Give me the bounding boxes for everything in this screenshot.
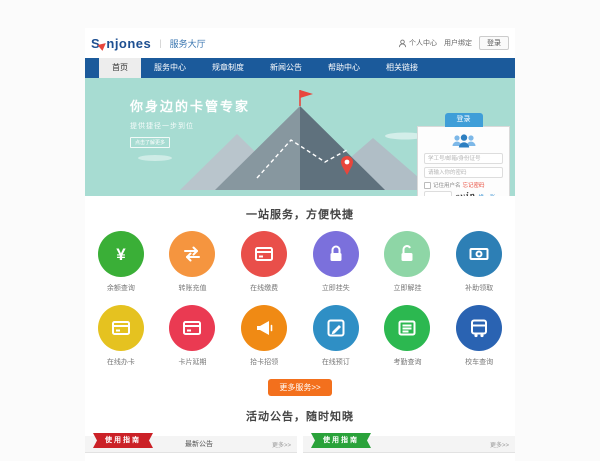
latest-news-tab[interactable]: 最新公告 [185,439,213,449]
logo-divider: | [159,38,161,48]
service-balance[interactable]: ¥ 余额查询 [85,226,157,300]
service-transfer[interactable]: 转账充值 [157,226,229,300]
services-title: 一站服务，方便快捷 [85,196,515,226]
guide-panel-right: 使用指南 更多>> [303,436,515,461]
username-input[interactable] [424,153,503,164]
announcements-title: 活动公告，随时知晓 [85,398,515,428]
brand-tagline: 服务大厅 [170,37,206,50]
service-subsidy[interactable]: 补助领取 [443,226,515,300]
megaphone-icon [252,316,276,340]
nav-item-service-center[interactable]: 服务中心 [141,58,199,78]
remember-label: 记住用户名 [433,181,461,189]
unlock-icon [395,242,419,266]
remember-checkbox[interactable] [424,182,431,189]
services-grid: ¥ 余额查询 转账充值 在线缴费 立即挂失 立即解挂 补助领取 [85,226,515,374]
password-input[interactable] [424,167,503,178]
guide-ribbon-green[interactable]: 使用指南 [311,433,371,448]
page: S▶njones | 服务大厅 个人中心 用户绑定 登录 首页 服务中心 规章制… [85,28,515,461]
forgot-password-link[interactable]: 忘记密码 [463,181,485,189]
service-apply-card[interactable]: 在线办卡 [85,300,157,374]
service-online-booking[interactable]: 在线预订 [300,300,372,374]
site-header: S▶njones | 服务大厅 个人中心 用户绑定 登录 [85,28,515,58]
guide-panel-left: 使用指南 最新公告 更多>> [85,436,297,461]
service-report-loss[interactable]: 立即挂失 [300,226,372,300]
nav-item-links[interactable]: 相关链接 [373,58,431,78]
hero-title: 你身边的卡管专家 [130,96,250,115]
users-icon [449,133,479,150]
header-login-button[interactable]: 登录 [479,36,509,50]
main-nav: 首页 服务中心 规章制度 新闻公告 帮助中心 相关链接 [85,58,515,78]
service-card-extend[interactable]: 卡片延期 [157,300,229,374]
bus-icon [467,316,491,340]
bank-card-icon [109,316,133,340]
brand-logo[interactable]: S▶njones | 服务大厅 [91,36,206,51]
nav-item-rules[interactable]: 规章制度 [199,58,257,78]
hero-subtitle: 提供捷径一步到位 [130,121,250,131]
more-link-right[interactable]: 更多>> [490,440,509,449]
captcha-input[interactable] [424,191,452,196]
captcha-refresh-link[interactable]: 换一张 [479,193,496,197]
logo-arrow-icon: ▶ [97,38,110,52]
user-binding-link[interactable]: 用户绑定 [444,38,472,48]
guide-ribbon-red[interactable]: 使用指南 [93,433,153,448]
person-icon [398,39,407,48]
more-link-left[interactable]: 更多>> [272,440,291,449]
service-cancel-loss[interactable]: 立即解挂 [372,226,444,300]
more-services-button[interactable]: 更多服务>> [268,379,331,396]
service-found-cards[interactable]: 拾卡招领 [228,300,300,374]
nav-item-help[interactable]: 帮助中心 [315,58,373,78]
service-school-bus[interactable]: 校车查询 [443,300,515,374]
nav-item-news[interactable]: 新闻公告 [257,58,315,78]
captcha-image: cyjp [455,190,476,196]
login-panel: 登录 记住用户名 忘记密码 cyjp 换一张 登录 [417,126,510,196]
yen-icon: ¥ [109,242,133,266]
bank-card-icon [180,316,204,340]
bank-card-icon [252,242,276,266]
announcements-section: 活动公告，随时知晓 使用指南 最新公告 更多>> 使用指南 更多>> [85,398,515,461]
transfer-icon [180,242,204,266]
edit-icon [324,316,348,340]
personal-center-link[interactable]: 个人中心 [398,38,437,48]
brand-name: S▶njones [91,36,151,51]
hero-cta-button[interactable]: 点击了解更多 [130,137,170,148]
list-icon [395,316,419,340]
service-attendance[interactable]: 考勤查询 [372,300,444,374]
svg-text:¥: ¥ [116,245,126,264]
lock-icon [324,242,348,266]
login-tab[interactable]: 登录 [445,113,483,127]
banknote-icon [467,242,491,266]
hero-banner: 你身边的卡管专家 提供捷径一步到位 点击了解更多 登录 记住用户名 忘记密码 [85,78,515,196]
nav-item-home[interactable]: 首页 [99,58,141,78]
services-section: 一站服务，方便快捷 ¥ 余额查询 转账充值 在线缴费 立即挂失 立即解挂 [85,196,515,398]
service-pay-online[interactable]: 在线缴费 [228,226,300,300]
